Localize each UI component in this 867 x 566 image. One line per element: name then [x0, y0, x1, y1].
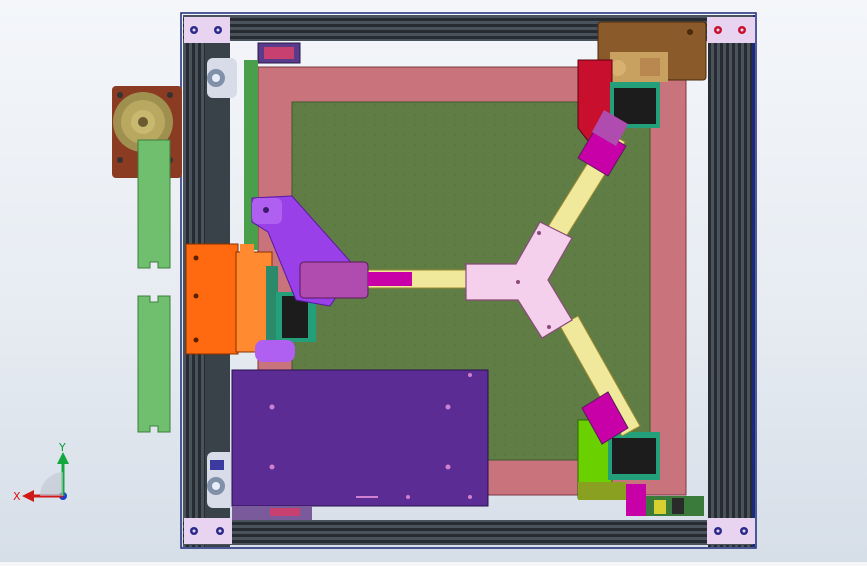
coordinate-triad: X Y	[10, 440, 80, 510]
green-strip-upper	[137, 139, 171, 269]
assembly-drawing	[112, 12, 757, 549]
corner-bracket-bottom-right	[707, 518, 755, 544]
corner-bracket-bottom-left	[184, 518, 232, 544]
bearing-block-bottom-left	[207, 452, 235, 508]
x-axis-label: X	[13, 490, 21, 503]
bottom-extrusion	[183, 520, 753, 545]
left-carriage-assembly	[185, 243, 278, 355]
bearing-block-top-left	[207, 58, 237, 98]
motor-mount-top-right	[597, 21, 707, 82]
stepper-motor-bottom-right	[608, 432, 660, 480]
corner-bracket-top-right	[707, 17, 755, 43]
cad-viewport[interactable]	[0, 0, 867, 562]
coordinate-axes-icon: X Y	[13, 441, 69, 503]
carriage-left	[299, 261, 369, 299]
right-extrusion-edge	[752, 15, 755, 547]
carriage-left-tube	[368, 272, 412, 286]
corner-bracket-top-left	[184, 17, 230, 43]
control-board	[231, 369, 489, 507]
green-strip-lower	[137, 295, 171, 433]
y-axis-label: Y	[58, 441, 66, 454]
right-extrusion	[708, 15, 754, 547]
